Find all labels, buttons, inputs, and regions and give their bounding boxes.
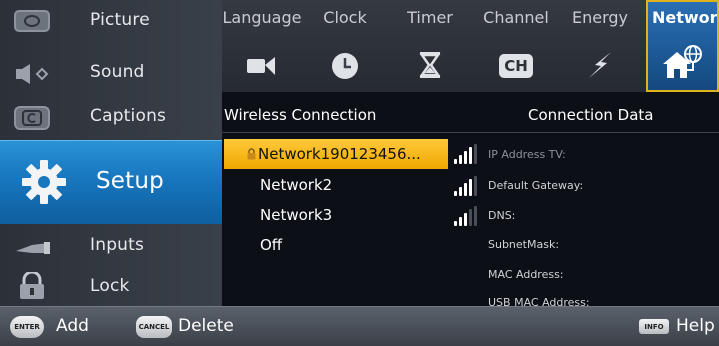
network-name: Network3 bbox=[260, 206, 333, 224]
captions-icon bbox=[14, 106, 50, 130]
menu-item-picture[interactable]: Picture bbox=[0, 0, 222, 42]
menu-item-captions[interactable]: Captions bbox=[0, 96, 222, 138]
network-list-item-selected[interactable]: Network190123456... bbox=[224, 139, 448, 169]
header-divider bbox=[222, 132, 719, 133]
cable-icon bbox=[14, 235, 50, 259]
network-list-item[interactable]: Network2 bbox=[224, 170, 448, 200]
help-action-label[interactable]: Help bbox=[676, 316, 715, 336]
menu-item-inputs[interactable]: Inputs bbox=[0, 225, 222, 267]
tab-energy[interactable]: Energy bbox=[564, 0, 636, 92]
lock-icon bbox=[247, 148, 256, 160]
menu-label-captions: Captions bbox=[90, 106, 167, 126]
menu-label-inputs: Inputs bbox=[90, 235, 145, 255]
home-network-icon bbox=[661, 44, 705, 80]
picture-icon bbox=[14, 10, 50, 34]
mac-address-label: MAC Address: bbox=[488, 268, 564, 281]
tab-timer[interactable]: Timer bbox=[398, 0, 462, 92]
left-menu: Picture Sound Captions Setup Inputs Lock bbox=[0, 0, 222, 306]
bottom-help-bar: ENTER Add CANCEL Delete INFO Help bbox=[0, 306, 719, 346]
network-off-item[interactable]: Off bbox=[224, 230, 448, 260]
clock-icon bbox=[328, 50, 362, 80]
setup-tab-bar: Language Clock Timer Channel CH Energy N… bbox=[222, 0, 719, 92]
padlock-icon bbox=[14, 270, 50, 300]
hourglass-icon bbox=[413, 50, 447, 80]
signal-strength-icon bbox=[454, 206, 480, 226]
menu-label-setup: Setup bbox=[96, 168, 164, 194]
ch-icon: CH bbox=[499, 50, 533, 80]
tab-label-network: Network bbox=[652, 8, 718, 27]
tab-network[interactable]: Network bbox=[646, 0, 719, 92]
network-name: Off bbox=[260, 236, 283, 254]
menu-item-sound[interactable]: Sound bbox=[0, 52, 222, 94]
default-gateway-label: Default Gateway: bbox=[488, 179, 584, 192]
info-remote-button-icon: INFO bbox=[639, 319, 669, 334]
lightning-icon bbox=[583, 50, 617, 80]
speaker-icon bbox=[14, 62, 50, 86]
wireless-connection-header: Wireless Connection bbox=[224, 106, 377, 124]
tab-label-clock: Clock bbox=[323, 8, 367, 27]
language-icon bbox=[245, 50, 279, 80]
dns-label: DNS: bbox=[488, 209, 516, 222]
tab-language[interactable]: Language bbox=[222, 0, 302, 92]
tab-label-timer: Timer bbox=[407, 8, 453, 27]
ip-address-label: IP Address TV: bbox=[488, 148, 566, 161]
menu-item-lock[interactable]: Lock bbox=[0, 266, 222, 308]
signal-strength-icon bbox=[454, 144, 480, 164]
gear-icon bbox=[20, 158, 68, 206]
subnet-mask-label: SubnetMask: bbox=[488, 238, 560, 251]
tab-label-language: Language bbox=[222, 8, 302, 27]
tab-label-energy: Energy bbox=[571, 8, 628, 27]
connection-data-header: Connection Data bbox=[528, 106, 654, 124]
menu-label-lock: Lock bbox=[90, 276, 130, 296]
menu-label-picture: Picture bbox=[90, 10, 150, 30]
network-list-item[interactable]: Network3 bbox=[224, 200, 448, 230]
menu-label-sound: Sound bbox=[90, 62, 145, 82]
network-name: Network2 bbox=[260, 176, 333, 194]
ch-icon-text: CH bbox=[499, 54, 533, 78]
add-action-label[interactable]: Add bbox=[56, 316, 89, 336]
cancel-remote-button-icon: CANCEL bbox=[136, 316, 172, 338]
tab-label-channel: Channel bbox=[483, 8, 549, 27]
tab-channel[interactable]: Channel CH bbox=[476, 0, 556, 92]
signal-strength-icon bbox=[454, 176, 480, 196]
network-name: Network190123456... bbox=[258, 145, 421, 163]
network-content-panel: Wireless Connection Connection Data Netw… bbox=[222, 92, 719, 309]
menu-item-setup[interactable]: Setup bbox=[0, 140, 222, 224]
tab-clock[interactable]: Clock bbox=[308, 0, 382, 92]
delete-action-label[interactable]: Delete bbox=[178, 316, 234, 336]
enter-remote-button-icon: ENTER bbox=[10, 316, 44, 338]
